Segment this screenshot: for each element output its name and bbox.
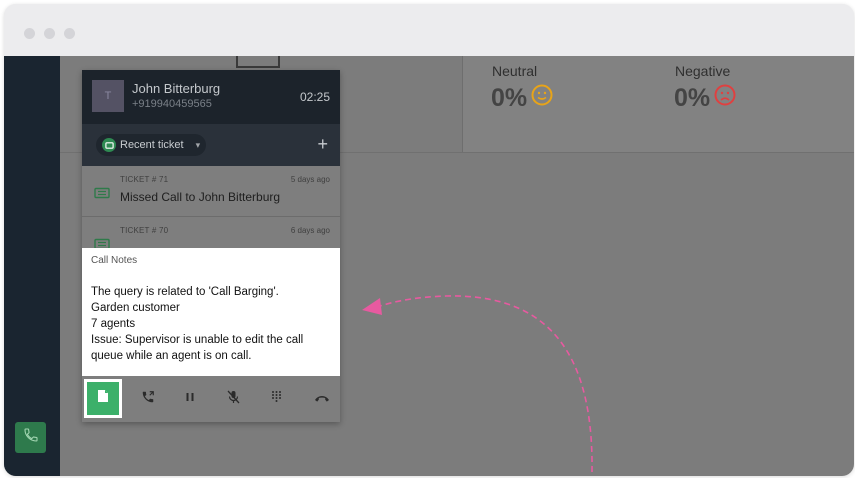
ticket-icon	[94, 186, 110, 204]
negative-stat: 0%	[674, 84, 736, 113]
negative-label: Negative	[675, 63, 731, 79]
smiley-neutral-icon	[531, 84, 553, 113]
call-timer: 02:25	[299, 90, 330, 104]
transfer-button[interactable]	[134, 376, 162, 422]
ticket-item[interactable]: TICKET # 71 5 days ago Missed Call to Jo…	[82, 166, 340, 217]
mute-button[interactable]	[219, 376, 247, 422]
window-minimize-dot[interactable]	[44, 28, 55, 39]
recent-ticket-label: Recent ticket	[120, 139, 184, 151]
window-titlebar	[4, 4, 854, 56]
neutral-label: Neutral	[492, 63, 538, 79]
neutral-value: 0%	[491, 84, 528, 112]
recent-ticket-dropdown[interactable]: Recent ticket ▾	[96, 134, 207, 156]
chevron-down-icon: ▾	[195, 139, 201, 150]
hangup-button[interactable]	[308, 376, 336, 422]
app-window: Neutral 0% Negative 0% T John Bitterburg…	[4, 4, 854, 476]
call-note-line: queue while an agent is on call.	[91, 350, 252, 362]
call-note-line: Issue: Supervisor is unable to edit the …	[91, 334, 304, 346]
ticket-app-icon	[102, 138, 116, 152]
hangup-icon	[314, 390, 330, 408]
smiley-negative-icon	[714, 84, 736, 113]
window-maximize-dot[interactable]	[64, 28, 75, 39]
negative-value: 0%	[674, 84, 711, 112]
pause-icon	[185, 390, 195, 408]
call-notes-panel[interactable]: Call Notes The query is related to 'Call…	[82, 248, 340, 376]
ticket-title: Missed Call to John Bitterburg	[120, 190, 281, 204]
notes-button[interactable]	[84, 379, 122, 418]
window-close-dot[interactable]	[24, 28, 35, 39]
caller-number: +919940459565	[132, 98, 212, 110]
neutral-stat: 0%	[491, 84, 553, 113]
phone-icon	[23, 427, 39, 448]
transfer-icon	[141, 390, 155, 409]
ticket-age: 6 days ago	[290, 226, 330, 235]
call-note-line: 7 agents	[91, 318, 136, 330]
keypad-icon	[271, 390, 282, 408]
avatar: T	[92, 80, 124, 112]
caller-name: John Bitterburg	[132, 81, 221, 96]
add-ticket-button[interactable]: +	[317, 132, 328, 156]
stats-divider	[462, 56, 463, 152]
pause-button[interactable]	[176, 376, 204, 422]
call-notes-title: Call Notes	[91, 255, 138, 266]
call-controls	[82, 376, 340, 422]
ticket-tabbar: Recent ticket ▾ +	[82, 124, 340, 166]
ticket-age: 5 days ago	[290, 175, 330, 184]
call-note-line: Garden customer	[91, 302, 180, 314]
ticket-id: TICKET # 70	[120, 226, 169, 235]
background-icon	[236, 56, 280, 68]
left-sidebar	[4, 56, 60, 476]
mute-icon	[227, 390, 240, 409]
note-icon	[97, 389, 109, 408]
call-note-line: The query is related to 'Call Barging'.	[91, 286, 279, 298]
phone-button[interactable]	[15, 422, 46, 453]
ticket-id: TICKET # 71	[120, 175, 169, 184]
main-content: Neutral 0% Negative 0% T John Bitterburg…	[4, 56, 854, 476]
call-header: T John Bitterburg +919940459565 02:25	[82, 70, 340, 124]
keypad-button[interactable]	[262, 376, 290, 422]
